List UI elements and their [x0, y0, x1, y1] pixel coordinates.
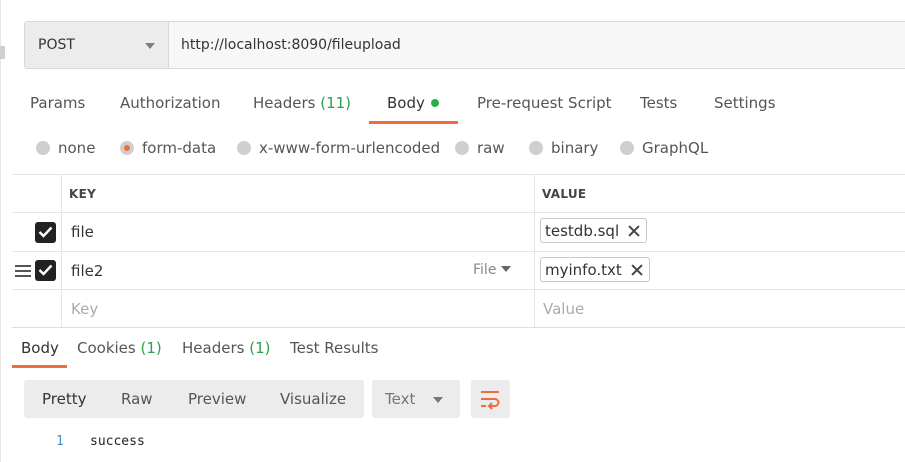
tab-label: Pre-request Script — [477, 94, 612, 112]
chevron-down-icon — [433, 397, 443, 403]
response-tab-body[interactable]: Body — [21, 339, 59, 357]
method-select[interactable]: POST — [25, 22, 169, 68]
tab-label: Params — [30, 94, 86, 112]
file-chip: myinfo.txt — [540, 257, 650, 282]
response-tab-headers[interactable]: Headers (1) — [182, 339, 270, 357]
tab-params[interactable]: Params — [30, 94, 85, 112]
checkmark-icon — [38, 264, 53, 276]
response-tab-cookies[interactable]: Cookies (1) — [77, 339, 162, 357]
file-name: myinfo.txt — [545, 260, 622, 279]
wrap-lines-icon — [481, 391, 500, 410]
radio-circle — [36, 141, 50, 155]
language-select[interactable]: Text — [372, 380, 460, 418]
key-input[interactable]: Key — [71, 300, 98, 318]
key-column-header: KEY — [69, 187, 97, 201]
view-mode-group: Pretty Raw Preview Visualize — [24, 380, 364, 418]
file-name: testdb.sql — [545, 221, 620, 240]
value-column-header: VALUE — [542, 187, 587, 201]
tab-label: Headers — [182, 339, 245, 357]
chevron-down-icon — [501, 266, 512, 272]
radio-label: x-www-form-urlencoded — [259, 139, 441, 157]
radio-label: raw — [477, 139, 505, 157]
url-input[interactable]: http://localhost:8090/fileupload — [169, 22, 905, 68]
table-row-new: Key Value — [12, 290, 905, 328]
tab-label: Authorization — [120, 94, 221, 112]
tab-label: Tests — [640, 94, 678, 112]
radio-circle — [237, 141, 251, 155]
radio-label: GraphQL — [642, 139, 709, 157]
radio-circle — [620, 141, 634, 155]
tab-label: Body — [387, 94, 425, 112]
tab-label: Settings — [714, 94, 776, 112]
radio-raw[interactable]: raw — [455, 139, 505, 157]
method-label: POST — [38, 37, 75, 53]
request-bar: POST http://localhost:8090/fileupload — [24, 21, 905, 69]
tab-headers[interactable]: Headers (11) — [253, 94, 351, 112]
close-icon[interactable] — [631, 264, 643, 276]
key-cell[interactable]: file2 — [71, 262, 103, 280]
tab-label: Cookies — [77, 339, 136, 357]
drag-handle-icon[interactable] — [15, 265, 31, 277]
radio-label: binary — [551, 139, 599, 157]
file-chip: testdb.sql — [540, 218, 648, 243]
left-panel-edge — [0, 0, 12, 462]
radio-form-data[interactable]: form-data — [120, 139, 216, 157]
active-response-tab-underline — [12, 365, 67, 368]
response-body-text: success — [90, 434, 145, 449]
view-raw-button[interactable]: Raw — [121, 390, 153, 408]
chevron-down-icon — [145, 43, 155, 49]
key-cell[interactable]: file — [71, 223, 94, 241]
table-row: file2 File myinfo.txt — [12, 252, 905, 290]
radio-binary[interactable]: binary — [529, 139, 598, 157]
response-tabs: Body Cookies (1) Headers (1) Test Result… — [12, 337, 905, 368]
tab-label: Body — [21, 339, 59, 357]
line-number: 1 — [56, 434, 64, 449]
left-panel-border — [0, 0, 1, 462]
table-row: file testdb.sql — [12, 213, 905, 252]
row-checkbox[interactable] — [35, 222, 56, 243]
row-checkbox[interactable] — [35, 260, 56, 281]
view-visualize-button[interactable]: Visualize — [280, 390, 346, 408]
type-label: File — [473, 262, 497, 278]
checkmark-icon — [38, 226, 53, 238]
radio-circle — [529, 141, 543, 155]
request-tabs: Params Authorization Headers (11) Body P… — [12, 90, 905, 124]
cookies-count: (1) — [140, 339, 162, 357]
tab-authorization[interactable]: Authorization — [120, 94, 220, 112]
url-text: http://localhost:8090/fileupload — [181, 37, 401, 53]
language-label: Text — [385, 390, 416, 408]
tab-label: Headers — [253, 94, 316, 112]
tab-settings[interactable]: Settings — [714, 94, 776, 112]
radio-label: form-data — [142, 139, 217, 157]
radio-circle-selected — [120, 141, 134, 155]
type-select[interactable]: File — [473, 262, 512, 278]
view-preview-button[interactable]: Preview — [188, 390, 246, 408]
body-indicator-dot — [430, 98, 439, 107]
view-pretty-button[interactable]: Pretty — [42, 390, 87, 408]
collapse-handle[interactable] — [0, 46, 5, 59]
tab-body[interactable]: Body — [387, 94, 439, 112]
value-input[interactable]: Value — [543, 300, 584, 318]
radio-label: none — [58, 139, 96, 157]
response-headers-count: (1) — [249, 339, 271, 357]
radio-x-www-form-urlencoded[interactable]: x-www-form-urlencoded — [237, 139, 440, 157]
tab-label: Test Results — [290, 339, 379, 357]
close-icon[interactable] — [628, 225, 640, 237]
tab-tests[interactable]: Tests — [640, 94, 677, 112]
wrap-lines-button[interactable] — [471, 380, 510, 418]
radio-graphql[interactable]: GraphQL — [620, 139, 708, 157]
tab-pre-request-script[interactable]: Pre-request Script — [477, 94, 612, 112]
response-tab-test-results[interactable]: Test Results — [290, 339, 378, 357]
headers-count: (11) — [320, 94, 352, 112]
active-tab-underline — [369, 121, 458, 124]
form-data-table: KEY VALUE file testdb.sql file2 File myi… — [12, 174, 905, 328]
table-header-row: KEY VALUE — [12, 175, 905, 213]
radio-circle — [455, 141, 469, 155]
radio-none[interactable]: none — [36, 139, 95, 157]
